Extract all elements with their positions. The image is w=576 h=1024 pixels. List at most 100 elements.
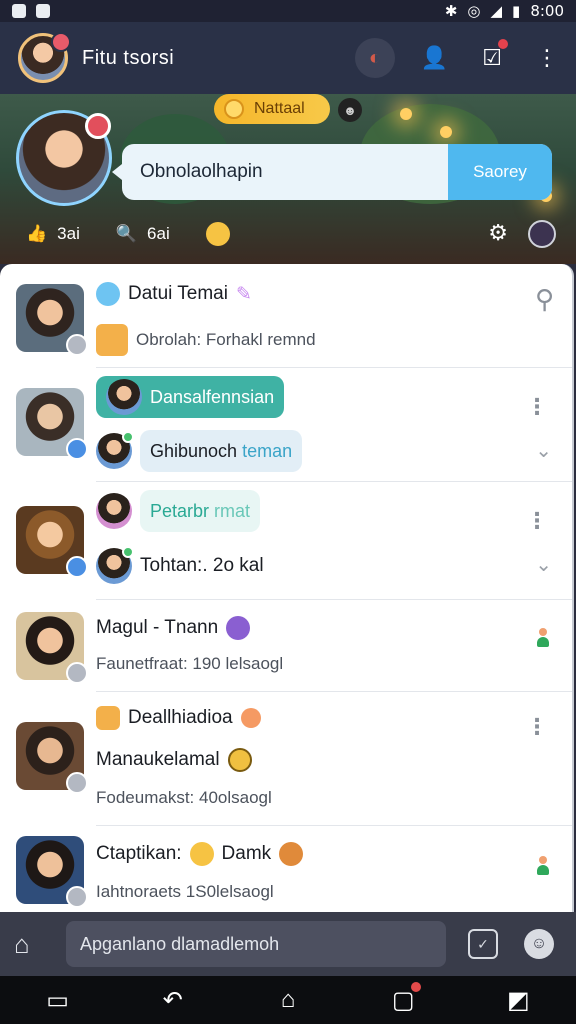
- chip-avatar: [106, 379, 142, 415]
- user-outline-icon[interactable]: ⚲: [535, 284, 554, 315]
- status-mini-icon: [66, 772, 88, 794]
- chat-preview: Iahtnoraets 1S0lelsaogl: [96, 882, 274, 901]
- search-count: 6ai: [147, 224, 170, 243]
- chat-name: Ctaptikan:: [96, 843, 182, 864]
- contact-photo: [16, 722, 88, 794]
- person-status-icon: [536, 628, 550, 648]
- hero-avatar[interactable]: [16, 110, 112, 206]
- chat-preview: Obrolah: Forhakl remnd: [136, 330, 316, 349]
- status-mini-icon: [66, 334, 88, 356]
- chip-tail: rmat: [214, 500, 251, 521]
- system-nav-bar: ▭ ↶ ⌂ ▢ ◩: [0, 976, 576, 1024]
- likes-count: 3ai: [57, 224, 80, 243]
- ghost-icon[interactable]: ◐: [354, 38, 395, 78]
- coin-pill[interactable]: Nattaal: [214, 94, 330, 124]
- search-input[interactable]: Obnolaolhapin Saorey: [112, 144, 552, 200]
- chip-label: Petarbr: [150, 500, 210, 521]
- edit-mini-icon: [66, 556, 88, 578]
- list-item[interactable]: Deallhiadioa Manaukelamal Fodeumakst: 40…: [0, 692, 572, 826]
- chat-preview: Fodeumakst: 40olsaogl: [96, 788, 272, 807]
- chevron-down-icon[interactable]: ⌄: [535, 552, 552, 577]
- pencil-icon: ✎: [235, 283, 252, 305]
- wifi-icon: ◎: [467, 2, 481, 20]
- online-dot: [122, 546, 134, 558]
- smiley-icon[interactable]: [205, 222, 230, 246]
- kebab-menu-icon[interactable]: ⋮: [526, 394, 548, 420]
- signal-icon: ◢: [490, 2, 503, 20]
- kebab-menu-icon[interactable]: ⋮: [526, 508, 548, 534]
- status-mini-icon: [66, 886, 88, 908]
- list-item[interactable]: Petarbr rmat Tohtan:. 2o kal ⋮ ⌄: [0, 482, 572, 600]
- message-bar: ⌂ Apganlano dlamadlemoh ✓ ☺: [0, 912, 576, 976]
- person-status-icon: [536, 856, 550, 876]
- chat-preview: Tohtan:. 2o kal: [140, 555, 264, 576]
- mini-avatar: [96, 431, 134, 469]
- overview-icon[interactable]: ▢: [383, 981, 423, 1015]
- message-input[interactable]: Apganlano dlamadlemoh: [66, 921, 446, 967]
- grey-chip[interactable]: Ghibunoch teman: [140, 430, 303, 472]
- hero-avatar-badge-icon: [85, 113, 111, 139]
- hero-banner: Nattaal ☻ Obnolaolhapin Saorey 👍 3ai 🔍 6ai…: [0, 94, 576, 264]
- chat-name-tail: Damk: [221, 843, 272, 864]
- chip-label: Ghibunoch: [150, 440, 238, 461]
- chat-name: Deallhiadioa: [128, 707, 233, 728]
- music-mini-icon: [66, 438, 88, 460]
- add-contact-icon[interactable]: 👤: [421, 45, 448, 71]
- search-button[interactable]: Saorey: [448, 144, 552, 200]
- list-item[interactable]: Datui Temai ✎ Obrolah: Forhakl remnd ⚲: [0, 264, 572, 368]
- profile-avatar[interactable]: [18, 32, 71, 83]
- list-item[interactable]: Magul - Tnann Faunetfraat: 190 lelsaogl: [0, 600, 572, 692]
- chip-tail: teman: [242, 440, 293, 461]
- online-dot: [122, 431, 134, 443]
- fist-emoji-icon: [279, 842, 304, 866]
- light-chip[interactable]: Petarbr rmat: [140, 490, 261, 532]
- thinking-emoji-icon: [189, 842, 214, 866]
- home-icon[interactable]: ⌂: [14, 929, 54, 960]
- compose-icon[interactable]: ☑: [482, 39, 508, 71]
- more-menu-icon[interactable]: ⋮: [536, 45, 558, 71]
- search-placeholder: Obnolaolhapin: [140, 161, 263, 182]
- app-title: Fitu tsorsi: [82, 46, 175, 69]
- emoji-icon[interactable]: ☺: [524, 929, 554, 959]
- bluetooth-icon: ✱: [444, 2, 458, 20]
- list-item[interactable]: Ctaptikan: Damk Iahtnoraets 1S0lelsaogl: [0, 826, 572, 912]
- mini-avatar: [96, 493, 132, 529]
- chevron-down-icon[interactable]: ⌄: [535, 438, 552, 463]
- app-notification-icon: [12, 4, 26, 18]
- teal-chip[interactable]: Dansalfennsian: [96, 376, 285, 418]
- drum-emoji-icon: [227, 748, 252, 772]
- ghost-small-icon[interactable]: ☻: [338, 98, 362, 122]
- contact-photo: [16, 284, 88, 356]
- nav-badge: [411, 981, 422, 992]
- sticker-icon[interactable]: ✓: [468, 929, 498, 959]
- magnifier-icon: 🔍: [115, 224, 138, 243]
- kebab-menu-icon[interactable]: ⋮: [526, 714, 548, 740]
- chat-name: Datui Temai: [128, 283, 228, 304]
- lamp-light: [440, 126, 452, 138]
- contact-photo: [16, 388, 88, 460]
- image-notification-icon: [36, 4, 50, 18]
- chat-subname: Manaukelamal: [96, 749, 220, 770]
- message-placeholder: Apganlano dlamadlemoh: [80, 933, 280, 954]
- chip-label: Dansalfennsian: [150, 386, 275, 407]
- purple-emoji-icon: [226, 616, 251, 640]
- screenshot-icon[interactable]: ◩: [498, 986, 538, 1015]
- home-nav-icon[interactable]: ⌂: [268, 986, 308, 1014]
- likes-stat[interactable]: 👍 3ai: [26, 224, 80, 244]
- recents-menu-icon[interactable]: ▭: [38, 986, 78, 1015]
- back-icon[interactable]: ↶: [153, 986, 193, 1015]
- search-stat[interactable]: 🔍 6ai: [116, 224, 170, 244]
- profile-circle-icon[interactable]: [528, 220, 556, 248]
- status-time: 8:00: [530, 2, 564, 20]
- list-item[interactable]: Dansalfennsian Ghibunoch teman ⋮ ⌄: [0, 368, 572, 482]
- lamp-light: [400, 108, 412, 120]
- battery-icon: ▮: [512, 2, 521, 20]
- thumbs-up-icon: 👍: [26, 224, 48, 243]
- coin-icon: [224, 99, 244, 119]
- settings-gear-icon[interactable]: ⚙: [488, 220, 508, 248]
- coin-pill-label: Nattaal: [254, 100, 305, 117]
- avatar-badge-icon: [51, 32, 71, 52]
- contact-photo: [16, 836, 88, 908]
- worker-emoji-icon: [96, 706, 120, 730]
- compose-badge: [498, 39, 508, 49]
